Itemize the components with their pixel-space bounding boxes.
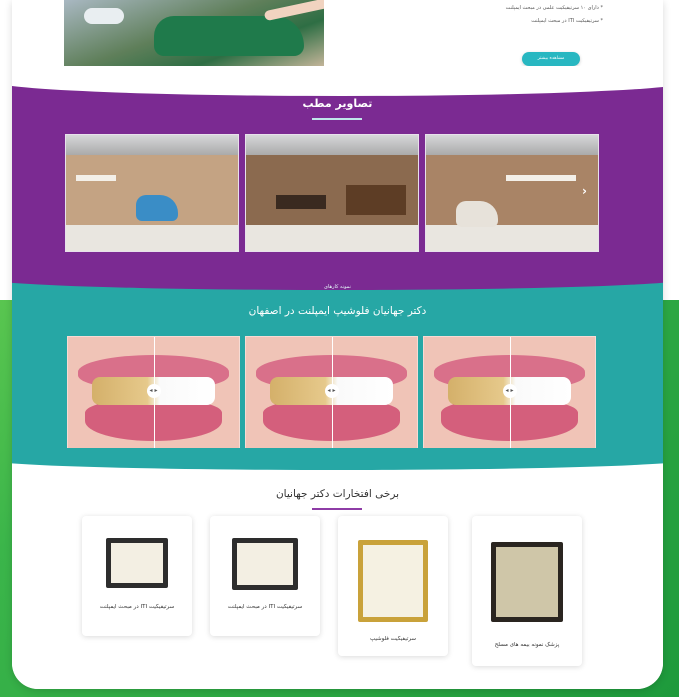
credentials-list: * دارای ۱۰ سرتیفیکیت علمی در مبحث ایمپلن… — [423, 2, 603, 28]
dentist-photo — [64, 0, 324, 68]
smile-subtitle: نمونه کارهای — [324, 284, 351, 290]
credentials-item: * دارای ۱۰ سرتیفیکیت علمی در مبحث ایمپلن… — [505, 5, 603, 11]
certificate-frame — [491, 542, 563, 622]
dental-chair — [456, 201, 498, 227]
certificate-frame — [232, 538, 298, 590]
shelf — [76, 175, 116, 181]
floor — [426, 225, 598, 251]
before-after-image[interactable]: ◂ ▸ — [423, 336, 596, 454]
award-card[interactable]: سرتیفیکیت ITI در مبحث ایمپلنت — [82, 516, 192, 636]
award-card[interactable]: پزشک نمونه بیمه های مسلح — [472, 516, 582, 666]
more-button[interactable]: مشاهده بیشتر — [522, 52, 580, 66]
awards-title-underline — [312, 508, 362, 510]
credentials-item: * سرتیفیکیت ITI در مبحث ایمپلنت — [531, 18, 603, 24]
shelf — [506, 175, 576, 181]
ceiling — [426, 135, 598, 155]
certificate-paper — [496, 547, 558, 617]
certificate-paper — [237, 543, 293, 585]
award-card[interactable]: سرتیفیکیت فلوشیپ — [338, 516, 448, 656]
compare-handle[interactable]: ◂ ▸ — [502, 384, 517, 398]
shelf — [346, 185, 406, 215]
drape-shape — [154, 16, 304, 56]
smile-title: دکتر جهانیان فلوشیپ ایمپلنت در اصفهان — [248, 305, 427, 317]
gallery-title: تصاویر مطب — [302, 97, 373, 110]
award-label: سرتیفیکیت ITI در مبحث ایمپلنت — [227, 604, 303, 610]
certificate-paper — [363, 545, 423, 617]
lamp-shape — [84, 8, 124, 24]
chevron-right-icon[interactable]: › — [582, 184, 587, 198]
gallery-image[interactable] — [245, 134, 419, 252]
certificate-frame — [106, 538, 168, 588]
before-after-image[interactable]: ◂ ▸ — [245, 336, 418, 454]
arm-shape — [263, 0, 324, 22]
floor — [246, 225, 418, 251]
section-wave — [12, 448, 663, 470]
smile-gallery-section: نمونه کارهای دکتر جهانیان فلوشیپ ایمپلنت… — [12, 266, 663, 458]
gallery-image[interactable] — [65, 134, 239, 252]
ceiling — [246, 135, 418, 155]
gallery-image[interactable] — [425, 134, 599, 252]
gallery-title-underline — [312, 118, 362, 120]
award-label: سرتیفیکیت ITI در مبحث ایمپلنت — [99, 604, 175, 610]
compare-handle[interactable]: ◂ ▸ — [324, 384, 339, 398]
shelf — [276, 195, 326, 209]
floor — [66, 225, 238, 251]
dental-chair — [136, 195, 178, 221]
page-card: * دارای ۱۰ سرتیفیکیت علمی در مبحث ایمپلن… — [12, 0, 663, 689]
section-wave — [12, 66, 663, 96]
before-after-image[interactable]: ◂ ▸ — [67, 336, 240, 454]
office-gallery-section: تصاویر مطب › — [12, 66, 663, 278]
awards-title: برخی افتخارات دکتر جهانیان — [275, 488, 400, 500]
award-card[interactable]: سرتیفیکیت ITI در مبحث ایمپلنت — [210, 516, 320, 636]
ceiling — [66, 135, 238, 155]
award-label: سرتیفیکیت فلوشیپ — [369, 636, 417, 642]
awards-section: برخی افتخارات دکتر جهانیان سرتیفیکیت ITI… — [12, 448, 663, 689]
award-label: پزشک نمونه بیمه های مسلح — [494, 642, 560, 648]
wall — [426, 155, 598, 225]
compare-handle[interactable]: ◂ ▸ — [146, 384, 161, 398]
certificate-frame — [358, 540, 428, 622]
certificate-paper — [111, 543, 163, 583]
